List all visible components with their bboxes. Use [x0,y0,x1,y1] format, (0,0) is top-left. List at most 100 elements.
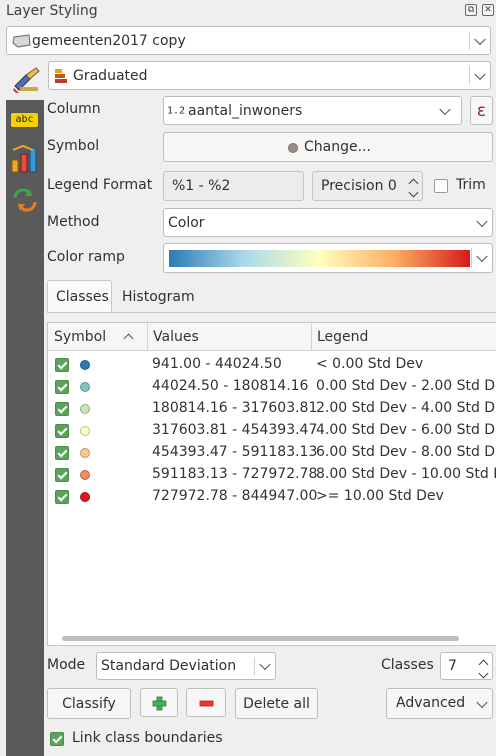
tab-classes[interactable]: Classes [47,280,112,313]
numeric-field-icon: 1.2 [167,105,186,116]
float-dock-icon[interactable]: ⧉ [465,4,477,16]
class-legend-cell[interactable]: 4.00 Std Dev - 6.00 Std Dev [316,422,496,438]
renderer-select[interactable]: Graduated [48,61,491,90]
epsilon-expression-icon: ε [476,100,487,121]
layer-select-value: gemeenten2017 copy [32,32,186,49]
class-legend-cell[interactable]: 2.00 Std Dev - 4.00 Std Dev [316,400,496,416]
class-values-cell[interactable]: 941.00 - 44024.50 [152,356,282,372]
history-undo-icon[interactable] [10,186,40,214]
class-symbol-swatch[interactable] [80,492,90,502]
class-symbol-swatch[interactable] [80,448,90,458]
table-row[interactable]: 727972.78 - 844947.00 >= 10.00 Std Dev [48,486,496,508]
class-visible-checkbox[interactable] [55,358,69,372]
remove-class-button[interactable] [186,688,226,717]
class-visible-checkbox[interactable] [55,490,69,504]
class-values-cell[interactable]: 317603.81 - 454393.47 [152,422,317,438]
link-boundaries-checkbox[interactable] [50,732,64,746]
table-row[interactable]: 44024.50 - 180814.16 0.00 Std Dev - 2.00 … [48,376,496,398]
chevron-down-icon [259,658,271,671]
class-visible-checkbox[interactable] [55,446,69,460]
precision-value: Precision 0 [321,178,397,194]
class-symbol-swatch[interactable] [80,426,90,436]
plus-icon [152,696,167,711]
class-values-cell[interactable]: 454393.47 - 591183.13 [152,444,317,460]
close-dock-icon[interactable]: ✕ [482,4,494,16]
symbol-preview-icon [288,143,298,153]
class-legend-cell[interactable]: >= 10.00 Std Dev [316,488,444,504]
classes-label: Classes [381,657,434,673]
symbol-label: Symbol [47,138,100,154]
class-legend-cell[interactable]: 0.00 Std Dev - 2.00 Std Dev [316,378,496,394]
polygon-layer-icon [12,34,31,48]
precision-spinbox[interactable]: Precision 0 [312,171,423,201]
class-visible-checkbox[interactable] [55,380,69,394]
color-ramp-select[interactable] [163,243,493,273]
chevron-down-icon [474,68,486,80]
class-values-cell[interactable]: 180814.16 - 317603.81 [152,400,317,416]
table-header: Symbol Values Legend [48,323,496,351]
sort-ascending-icon [123,333,134,344]
class-visible-checkbox[interactable] [55,402,69,416]
classes-table[interactable]: Symbol Values Legend 941.00 - 44024.50 < … [47,322,496,646]
color-ramp-preview [169,250,470,267]
add-class-button[interactable] [140,688,178,717]
table-row[interactable]: 591183.13 - 727972.78 8.00 Std Dev - 10.0… [48,464,496,486]
table-row[interactable]: 941.00 - 44024.50 < 0.00 Std Dev [48,354,496,376]
class-symbol-swatch[interactable] [80,470,90,480]
trim-label: Trim [456,177,486,193]
advanced-label: Advanced [396,695,466,711]
horizontal-scrollbar[interactable] [62,636,459,641]
paintbrush-icon[interactable] [12,66,42,94]
classify-button-label: Classify [62,695,116,712]
header-legend[interactable]: Legend [317,323,368,351]
labels-abc-icon[interactable]: abc [10,112,39,128]
dock-title: Layer Styling [6,3,98,19]
class-visible-checkbox[interactable] [55,468,69,482]
column-select[interactable]: 1.2 aantal_inwoners [163,96,462,125]
tab-histogram[interactable]: Histogram [114,280,204,313]
classes-spinbox[interactable]: 7 [440,652,493,680]
table-row[interactable]: 180814.16 - 317603.81 2.00 Std Dev - 4.00… [48,398,496,420]
change-symbol-label: Change... [304,139,371,155]
class-legend-cell[interactable]: 8.00 Std Dev - 10.00 Std Dev [316,466,496,482]
delete-all-button[interactable]: Delete all [235,688,318,719]
class-symbol-swatch[interactable] [80,382,90,392]
table-row[interactable]: 317603.81 - 454393.47 4.00 Std Dev - 6.00… [48,420,496,442]
method-label: Method [47,214,100,230]
delete-all-label: Delete all [243,695,310,712]
classify-button[interactable]: Classify [47,688,131,719]
class-symbol-swatch[interactable] [80,404,90,414]
mode-select-value: Standard Deviation [101,658,237,674]
tab-histogram-label: Histogram [122,289,195,305]
trim-checkbox[interactable] [434,179,448,193]
class-symbol-swatch[interactable] [80,360,90,370]
change-symbol-button[interactable]: Change... [163,132,493,162]
style-sidebar: abc [6,100,44,756]
chevron-down-icon [439,103,451,115]
diagram-icon[interactable] [10,144,40,174]
layer-select[interactable]: gemeenten2017 copy [6,26,491,55]
chevron-down-icon [476,696,488,708]
class-values-cell[interactable]: 727972.78 - 844947.00 [152,488,317,504]
header-values[interactable]: Values [153,323,199,351]
column-select-value: aantal_inwoners [188,102,303,119]
class-values-cell[interactable]: 591183.13 - 727972.78 [152,466,317,482]
advanced-menu-button[interactable]: Advanced [386,688,493,719]
method-select[interactable]: Color [163,208,493,237]
table-row[interactable]: 454393.47 - 591183.13 6.00 Std Dev - 8.00… [48,442,496,464]
class-legend-cell[interactable]: 6.00 Std Dev - 8.00 Std Dev [316,444,496,460]
legend-format-input[interactable]: %1 - %2 [163,171,304,201]
spinbox-arrows-icon[interactable] [478,657,489,679]
renderer-select-value: Graduated [73,67,148,84]
class-visible-checkbox[interactable] [55,424,69,438]
expression-button[interactable]: ε [470,96,493,125]
legend-format-label: Legend Format [47,177,153,193]
header-symbol[interactable]: Symbol [54,323,106,351]
spinbox-arrows-icon[interactable] [408,176,419,198]
tab-classes-label: Classes [56,289,109,305]
class-values-cell[interactable]: 44024.50 - 180814.16 [152,378,308,394]
class-legend-cell[interactable]: < 0.00 Std Dev [316,356,423,372]
chevron-down-icon [476,215,488,227]
graduated-renderer-icon [55,69,67,83]
mode-select[interactable]: Standard Deviation [96,652,276,680]
